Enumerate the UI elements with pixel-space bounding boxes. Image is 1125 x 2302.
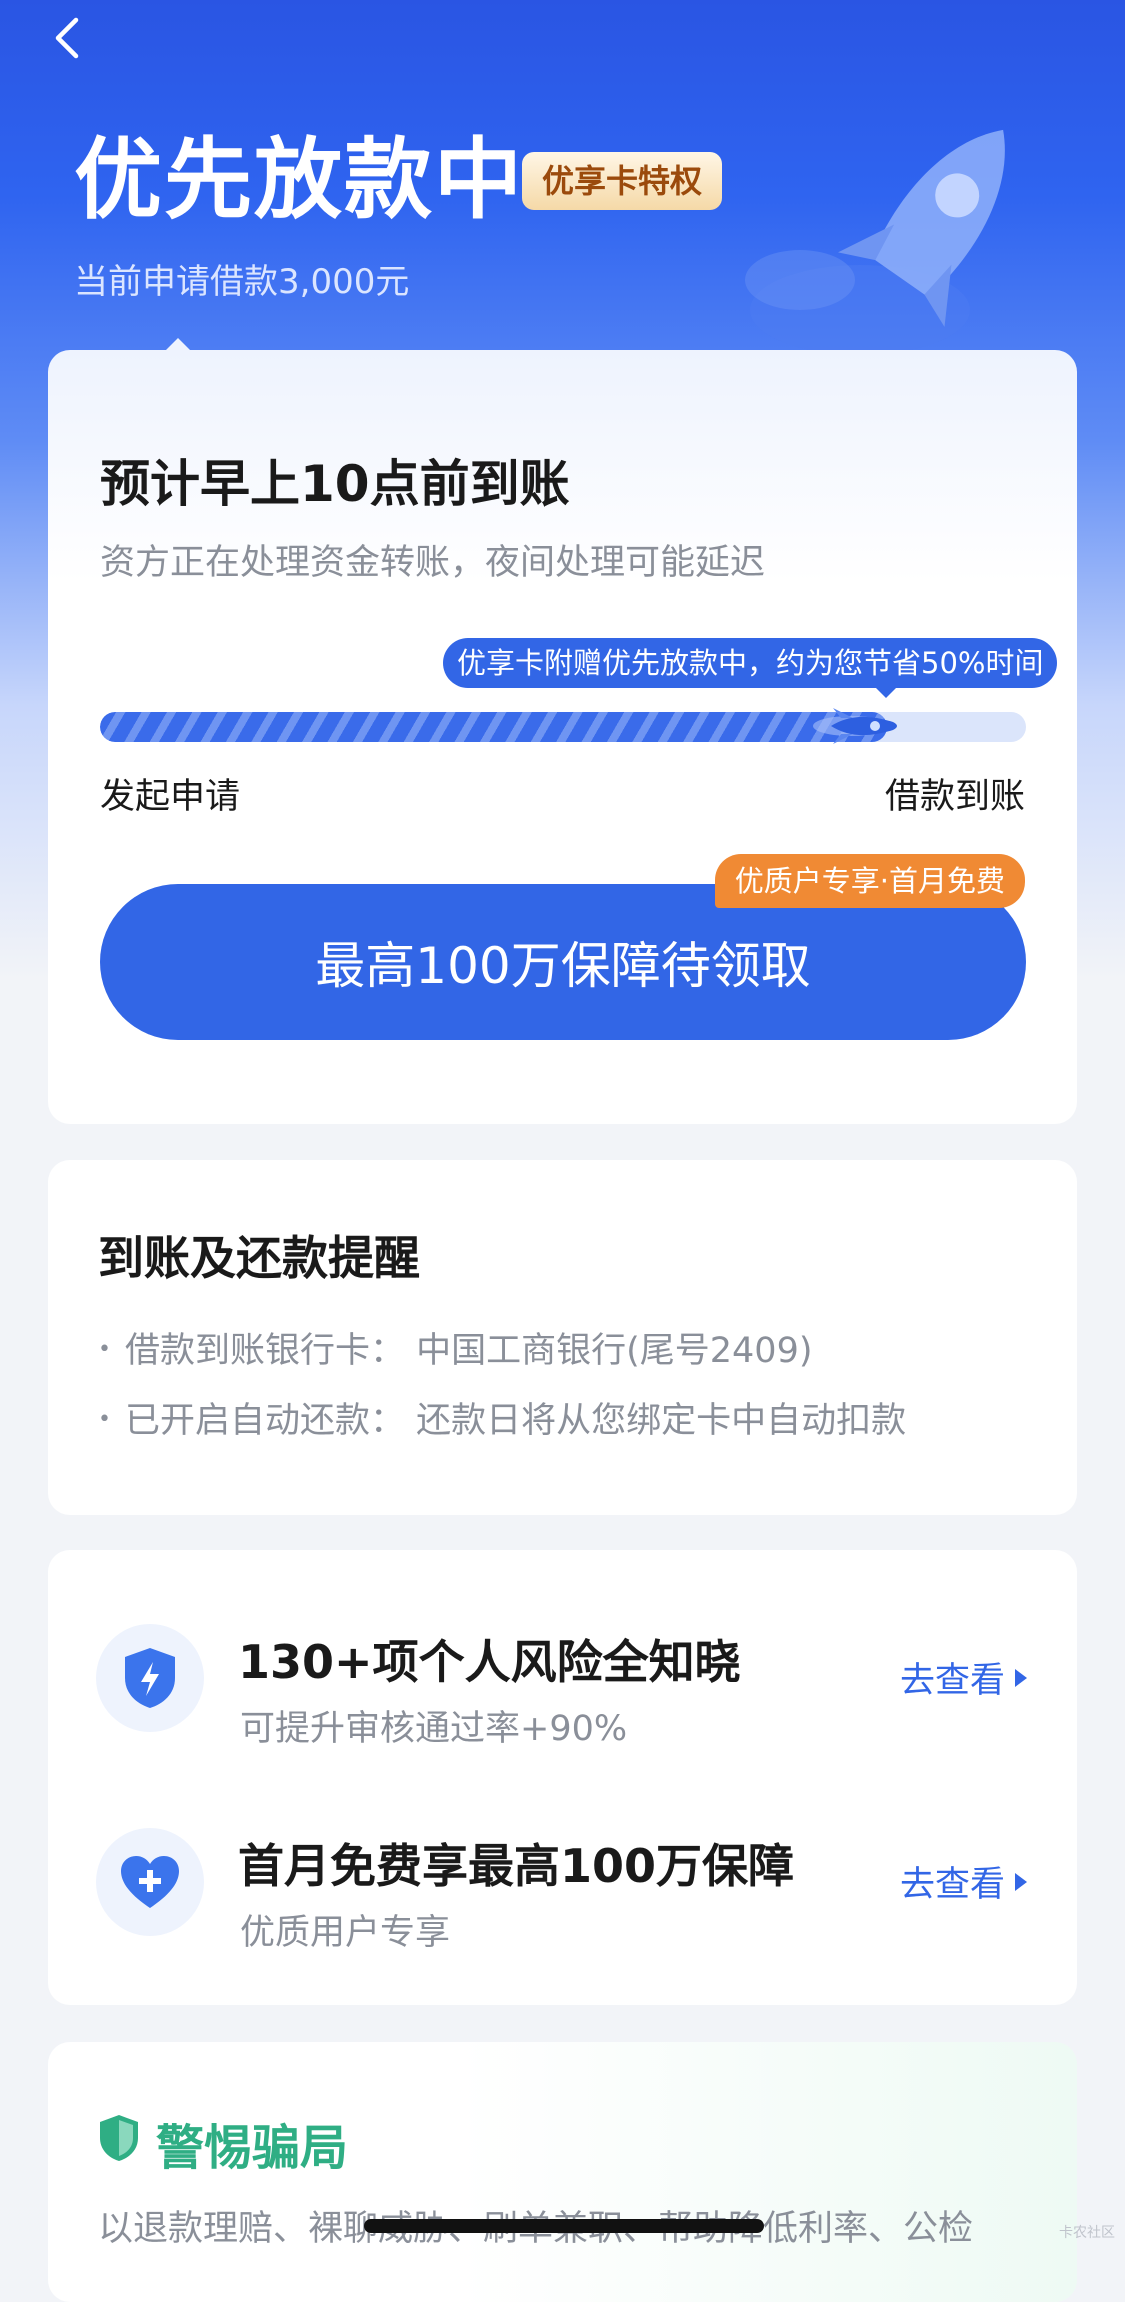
watermark: 卡农社区: [1059, 2225, 1115, 2241]
scam-warning-card: 警惕骗局 以退款理赔、裸聊威胁、刷单兼职、帮助降低利率、公检: [48, 2042, 1077, 2302]
services-card: 130+项个人风险全知晓 可提升审核通过率+90% 去查看 首月免费享最高100…: [48, 1550, 1077, 2005]
service-protection[interactable]: 首月免费享最高100万保障 优质用户专享 去查看: [48, 1810, 1077, 1960]
shield-check-icon: [100, 2115, 138, 2161]
loan-amount-subtitle: 当前申请借款3,000元: [74, 262, 410, 302]
service-icon-wrap: [96, 1624, 204, 1732]
rocket-icon: [813, 708, 898, 744]
service-icon-wrap: [96, 1828, 204, 1936]
loan-status-card: 预计早上10点前到账 资方正在处理资金转账，夜间处理可能延迟 优享卡附赠优先放款…: [48, 350, 1077, 1124]
view-link-label: 去查看: [899, 1865, 1005, 1905]
back-icon[interactable]: [46, 16, 90, 60]
reminder-bank-card: 借款到账银行卡： 中国工商银行(尾号2409): [98, 1322, 813, 1373]
step-received-label: 借款到账: [884, 777, 1025, 817]
page-title: 优先放款中: [74, 128, 525, 231]
shield-lightning-icon: [125, 1648, 175, 1708]
cta-promo-tag: 优质户专享·首月免费: [714, 854, 1025, 908]
view-link[interactable]: 去查看: [900, 1652, 1027, 1703]
service-title: 130+项个人风险全知晓: [238, 1635, 741, 1689]
progress-fill: [100, 712, 888, 742]
view-link-label: 去查看: [899, 1661, 1005, 1701]
home-indicator[interactable]: [364, 2219, 764, 2233]
rocket-illustration-icon: [745, 129, 1005, 355]
service-subtitle: 可提升审核通过率+90%: [240, 1709, 628, 1749]
service-title: 首月免费享最高100万保障: [238, 1839, 795, 1893]
heart-plus-icon: [121, 1856, 179, 1908]
time-saving-tip: 优享卡附赠优先放款中，约为您节省50%时间: [443, 638, 1058, 688]
reminder-card: 到账及还款提醒 借款到账银行卡： 中国工商银行(尾号2409) 已开启自动还款：…: [48, 1160, 1077, 1515]
reminder-title: 到账及还款提醒: [98, 1231, 420, 1285]
play-arrow-icon: [1015, 1668, 1027, 1687]
play-arrow-icon: [1015, 1872, 1027, 1891]
eta-heading: 预计早上10点前到账: [100, 455, 570, 513]
service-subtitle: 优质用户专享: [240, 1913, 451, 1953]
scam-warning-title: 警惕骗局: [156, 2120, 349, 2176]
eta-note: 资方正在处理资金转账，夜间处理可能延迟: [100, 543, 766, 583]
privilege-badge: 优享卡特权: [522, 152, 723, 210]
view-link[interactable]: 去查看: [900, 1856, 1027, 1907]
service-risk-report[interactable]: 130+项个人风险全知晓 可提升审核通过率+90% 去查看: [48, 1606, 1077, 1756]
step-apply-label: 发起申请: [100, 777, 241, 817]
reminder-auto-repay: 已开启自动还款： 还款日将从您绑定卡中自动扣款: [98, 1392, 906, 1443]
